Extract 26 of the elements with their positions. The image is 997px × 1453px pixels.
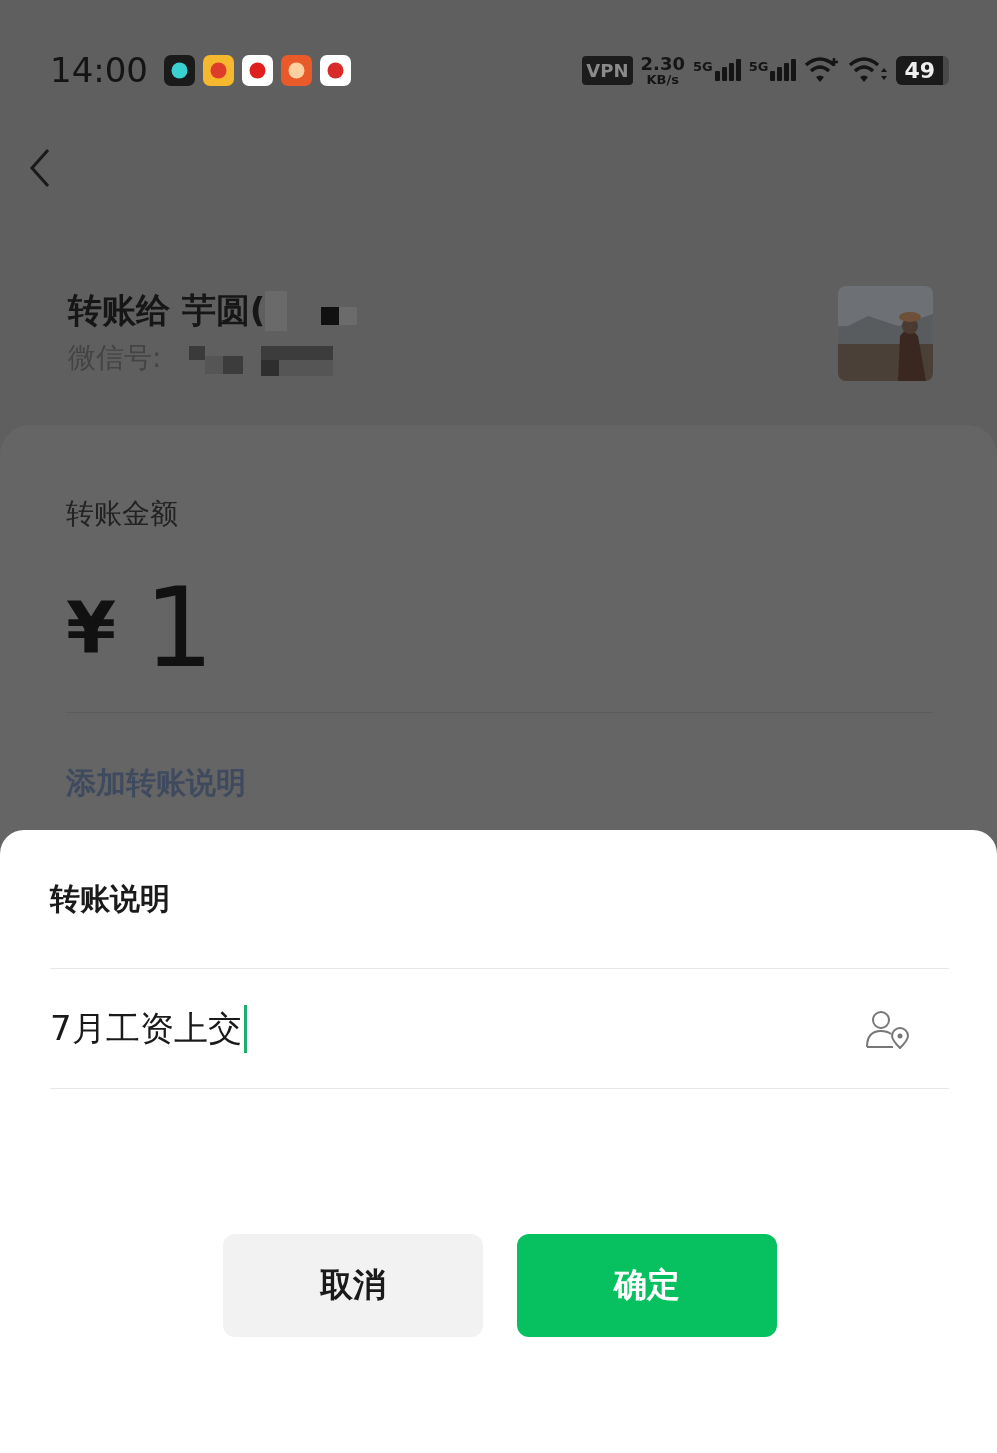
app-icon — [281, 54, 312, 86]
network-type: 5G — [692, 59, 713, 74]
signal-icon — [714, 59, 741, 81]
note-field[interactable]: 7月工资上交 — [50, 1004, 247, 1053]
text-cursor — [243, 1004, 247, 1053]
speed-unit: KB/s — [646, 72, 679, 86]
back-icon — [28, 148, 52, 188]
app-icon — [203, 54, 234, 86]
wifi-icon — [848, 56, 889, 84]
app-icon — [320, 54, 351, 86]
network-speed: 2.30 — [640, 54, 685, 73]
app-icon — [242, 54, 273, 86]
sheet-title: 转账说明 — [50, 879, 170, 918]
app-icon — [164, 54, 195, 86]
amount-label: 转账金额 — [66, 496, 179, 532]
signal-icon — [770, 59, 797, 81]
currency-symbol: ¥ — [66, 585, 117, 670]
recipient-name: 转账给 芋圆( — [68, 289, 266, 332]
vpn-badge: VPN — [582, 55, 633, 85]
contact-location-icon — [865, 1008, 911, 1049]
cancel-button[interactable]: 取消 — [222, 1234, 483, 1337]
amount-value: 1 — [144, 563, 215, 692]
wifi-icon — [804, 56, 841, 84]
battery-indicator: 49 — [896, 55, 949, 85]
clock-time: 14:00 — [50, 50, 148, 90]
network-type: 5G — [748, 59, 769, 74]
